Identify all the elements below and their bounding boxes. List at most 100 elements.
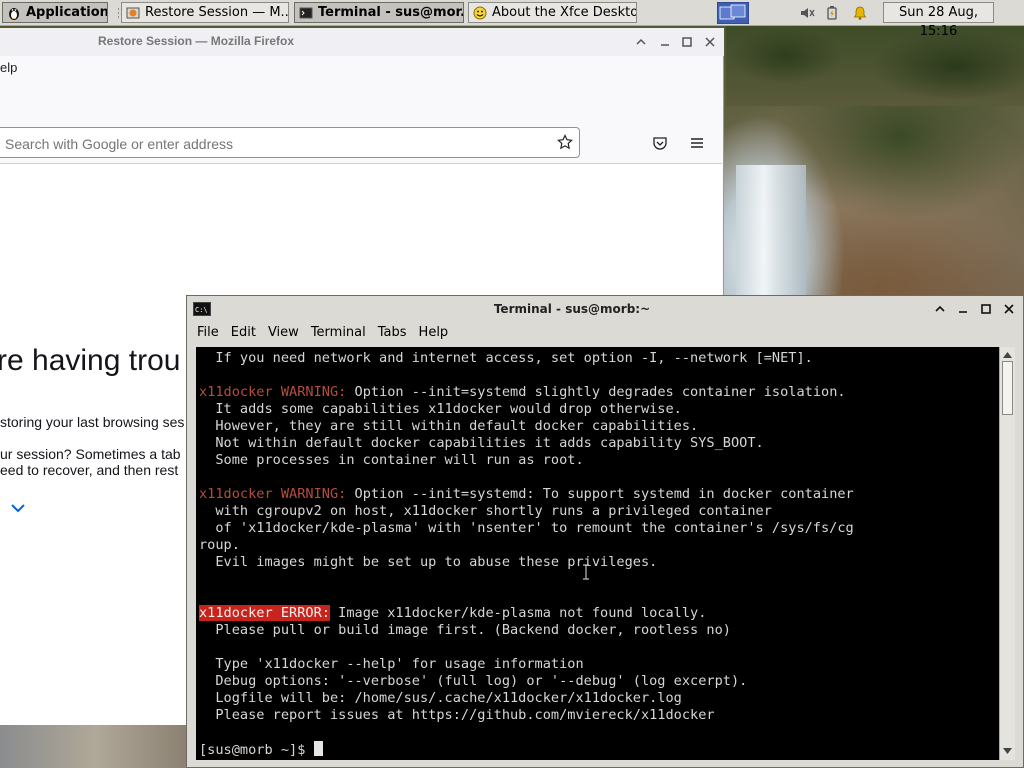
terminal-line: However, they are still within default d… — [199, 418, 854, 435]
line-text: However, they are still within default d… — [199, 418, 699, 434]
chevron-up-icon[interactable] — [633, 34, 649, 50]
line-text: [sus@morb ~]$ — [199, 742, 314, 758]
terminal-line: Debug options: '--verbose' (full log) or… — [199, 673, 854, 690]
line-text: of 'x11docker/kde-plasma' with 'nsenter'… — [199, 520, 854, 536]
taskbar-item-label: About the Xfce Deskto... — [492, 5, 637, 20]
terminal-line: If you need network and internet access,… — [199, 350, 854, 367]
url-input[interactable] — [3, 133, 547, 154]
line-text: Option --init=systemd slightly degrades … — [346, 384, 846, 400]
line-text: Image x11docker/kde-plasma not found loc… — [329, 605, 707, 621]
terminal-line: x11docker ERROR: Image x11docker/kde-pla… — [199, 605, 854, 622]
scroll-up-arrow-icon[interactable] — [1001, 349, 1014, 361]
terminal-line: Please report issues at https://github.c… — [199, 707, 854, 724]
page-paragraph: ur session? Sometimes a tab — [0, 446, 181, 462]
line-text: Not within default docker capabilities i… — [199, 435, 764, 451]
terminal-line: x11docker WARNING: Option --init=systemd… — [199, 486, 854, 503]
line-text: Please pull or build image first. (Backe… — [199, 622, 731, 638]
pocket-icon[interactable] — [652, 135, 668, 151]
penguin-icon — [7, 6, 21, 20]
address-bar[interactable] — [0, 127, 580, 158]
scroll-thumb[interactable] — [1002, 361, 1013, 415]
workspace-pager-icon[interactable] — [716, 1, 750, 24]
line-text: roup. — [199, 537, 240, 553]
terminal-line: Not within default docker capabilities i… — [199, 435, 854, 452]
terminal-output[interactable]: If you need network and internet access,… — [196, 347, 999, 760]
applications-menu-button[interactable]: Applications — [2, 2, 108, 23]
applications-label: Applications — [26, 5, 108, 20]
line-text: Please report issues at https://github.c… — [199, 707, 715, 723]
terminal-line: Some processes in container will run as … — [199, 452, 854, 469]
firefox-menu-help[interactable]: elp — [0, 60, 17, 75]
terminal-line: [sus@morb ~]$ — [199, 741, 854, 758]
bookmark-star-icon[interactable] — [557, 134, 573, 150]
terminal-line: Type 'x11docker --help' for usage inform… — [199, 656, 854, 673]
hamburger-menu-icon[interactable] — [689, 135, 705, 151]
line-text: with cgroupv2 on host, x11docker shortly… — [199, 503, 772, 519]
wallpaper-rocks — [0, 725, 190, 768]
panel-clock[interactable]: Sun 28 Aug, 15:16 — [883, 2, 994, 39]
terminal-line: Evil images might be set up to abuse the… — [199, 554, 854, 571]
terminal-menubar: File Edit View Terminal Tabs Help — [197, 325, 448, 340]
firefox-window-title: Restore Session — Mozilla Firefox — [98, 34, 295, 48]
close-button[interactable] — [702, 34, 718, 50]
taskbar-item-label: Restore Session — M... — [145, 5, 289, 20]
wallpaper-trees — [726, 26, 1024, 106]
menu-help[interactable]: Help — [419, 325, 449, 340]
terminal-cursor — [313, 741, 323, 756]
volume-muted-icon[interactable] — [797, 3, 817, 22]
text-cursor-ibeam-icon — [582, 564, 590, 584]
error-tag: x11docker ERROR: — [199, 605, 330, 621]
wallpaper-waterfall — [736, 165, 806, 295]
page-paragraph: eed to recover, and then rest — [0, 462, 179, 478]
line-text: If you need network and internet access,… — [199, 350, 813, 366]
terminal-line: It adds some capabilities x11docker woul… — [199, 401, 854, 418]
warning-tag: x11docker WARNING: — [199, 384, 347, 400]
page-paragraph: storing your last browsing ses — [0, 414, 185, 430]
power-icon[interactable] — [822, 3, 842, 22]
page-heading: re having trou — [0, 344, 181, 377]
firefox-icon — [126, 6, 140, 20]
menu-terminal[interactable]: Terminal — [311, 325, 366, 340]
terminal-line: x11docker WARNING: Option --init=systemd… — [199, 384, 854, 401]
taskbar-item-about-xfce[interactable]: About the Xfce Deskto... — [468, 2, 637, 23]
terminal-window: C:\ Terminal - sus@morb:~ File Edit View… — [186, 295, 1024, 768]
terminal-line: of 'x11docker/kde-plasma' with 'nsenter'… — [199, 520, 854, 537]
top-panel: Applications Restore Session — M... Term… — [0, 0, 1024, 39]
line-text: Option --init=systemd: To support system… — [346, 486, 854, 502]
maximize-button[interactable] — [679, 34, 695, 50]
taskbar-item-terminal[interactable]: Terminal - sus@mor... — [294, 2, 464, 23]
menu-view[interactable]: View — [268, 325, 299, 340]
line-text: Logfile will be: /home/sus/.cache/x11doc… — [199, 690, 682, 706]
firefox-titlebar[interactable]: Restore Session — Mozilla Firefox — [0, 28, 724, 56]
terminal-line: roup. — [199, 537, 854, 554]
menu-tabs[interactable]: Tabs — [378, 325, 407, 340]
line-text: It adds some capabilities x11docker woul… — [199, 401, 682, 417]
minimize-button[interactable] — [955, 301, 971, 317]
line-text: Type 'x11docker --help' for usage inform… — [199, 656, 584, 672]
line-text: Debug options: '--verbose' (full log) or… — [199, 673, 748, 689]
taskbar-item-label: Terminal - sus@mor... — [318, 5, 464, 20]
terminal-line: Please pull or build image first. (Backe… — [199, 622, 854, 639]
maximize-button[interactable] — [978, 301, 994, 317]
chevron-up-icon[interactable] — [932, 301, 948, 317]
warning-tag: x11docker WARNING: — [199, 486, 347, 502]
terminal-titlebar[interactable]: C:\ Terminal - sus@morb:~ — [187, 296, 1023, 322]
menu-file[interactable]: File — [197, 325, 219, 340]
terminal-text: If you need network and internet access,… — [199, 350, 854, 758]
menu-edit[interactable]: Edit — [231, 325, 256, 340]
terminal-line: Logfile will be: /home/sus/.cache/x11doc… — [199, 690, 854, 707]
chevron-down-icon[interactable] — [10, 500, 26, 516]
panel-separator — [113, 2, 119, 23]
taskbar-item-firefox[interactable]: Restore Session — M... — [121, 2, 289, 23]
close-button[interactable] — [1001, 301, 1017, 317]
terminal-scrollbar[interactable] — [999, 347, 1015, 760]
notification-bell-icon[interactable] — [850, 3, 870, 22]
scroll-down-arrow-icon[interactable] — [1001, 745, 1014, 757]
minimize-button[interactable] — [657, 34, 673, 50]
